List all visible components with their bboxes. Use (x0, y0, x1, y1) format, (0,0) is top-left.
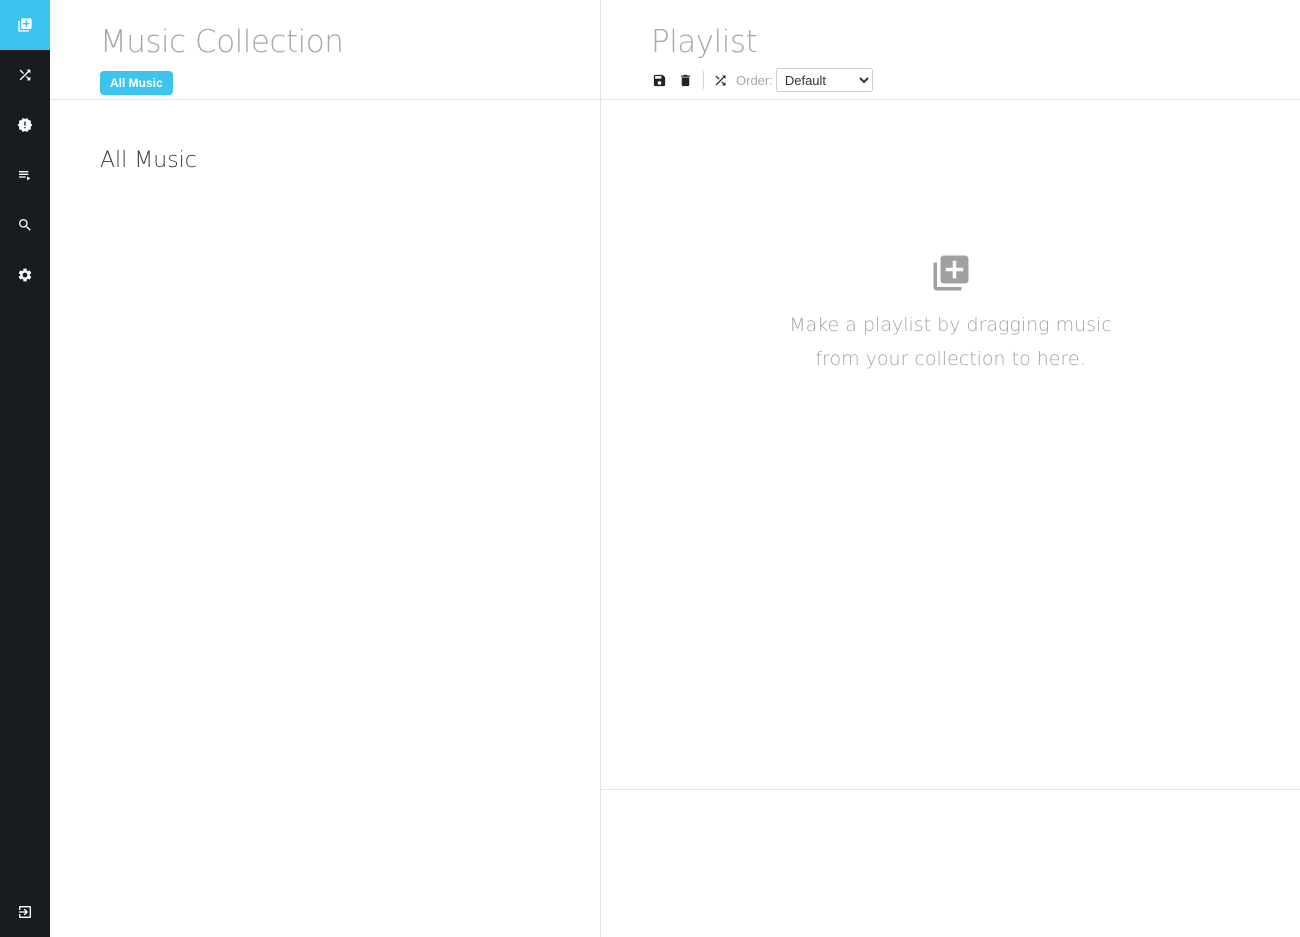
collection-panel: Music Collection All Music All Music (50, 0, 600, 937)
playlist-bottom-divider (601, 789, 1300, 790)
shuffle-icon (715, 75, 725, 85)
save-icon (653, 74, 665, 86)
sidebar-item-queue[interactable] (0, 150, 50, 200)
playlist-toolbar: Order: Default (651, 68, 873, 92)
library-icon (18, 18, 32, 32)
playlist-panel: Playlist Order: Default Make a playlist … (600, 0, 1300, 937)
collection-header: Music Collection All Music (50, 0, 600, 100)
gear-icon (18, 268, 32, 282)
playlist-title: Playlist (651, 24, 758, 60)
playlist-header: Playlist Order: Default (601, 0, 1300, 100)
sidebar-item-alerts[interactable] (0, 100, 50, 150)
alert-badge-icon (17, 118, 33, 132)
sidebar-item-search[interactable] (0, 200, 50, 250)
add-to-playlist-icon (930, 252, 972, 294)
queue-icon (19, 171, 31, 181)
logout-button[interactable] (0, 887, 50, 937)
sidebar-item-collection[interactable] (0, 0, 50, 50)
empty-line-2: from your collection to here. (815, 348, 1086, 370)
trash-icon (680, 74, 690, 86)
shuffle-icon (19, 69, 31, 81)
delete-playlist-button[interactable] (677, 72, 693, 88)
collection-title: Music Collection (100, 24, 344, 60)
sidebar-item-shuffle[interactable] (0, 50, 50, 100)
order-label: Order: (736, 72, 773, 88)
empty-line-1: Make a playlist by dragging music (789, 314, 1112, 336)
sidebar-item-settings[interactable] (0, 250, 50, 300)
search-icon (19, 219, 31, 231)
all-music-tag[interactable]: All Music (100, 71, 173, 95)
playlist-empty-state: Make a playlist by dragging music from y… (601, 252, 1300, 376)
shuffle-playlist-button[interactable] (712, 72, 728, 88)
toolbar-divider (703, 71, 704, 89)
sidebar (0, 0, 50, 937)
save-playlist-button[interactable] (651, 72, 667, 88)
collection-section-heading: All Music (100, 148, 197, 173)
order-select[interactable]: Default (775, 68, 873, 92)
logout-icon (19, 906, 31, 918)
